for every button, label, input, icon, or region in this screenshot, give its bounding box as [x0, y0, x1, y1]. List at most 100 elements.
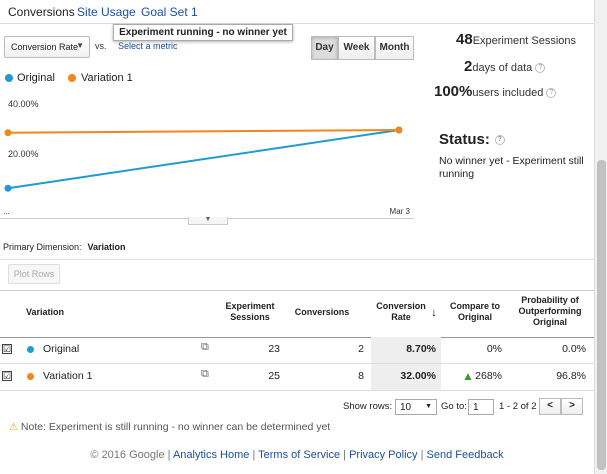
x-tick-label: ...	[3, 207, 10, 216]
metric-select-value: Conversion Rate	[11, 42, 79, 52]
legend-variation-marker	[68, 74, 76, 82]
sessions-value: 48	[456, 31, 473, 48]
sort-desc-icon: ↓	[431, 305, 437, 319]
y-tick-label: 20.00%	[8, 149, 39, 159]
copy-icon[interactable]: ⧉	[201, 341, 209, 354]
series-line-original	[7, 129, 400, 190]
data-point-original[interactable]	[4, 184, 12, 192]
select-metric-link[interactable]: Select a metric	[118, 41, 178, 51]
footer-link-send-feedback[interactable]: Send Feedback	[427, 449, 504, 461]
footer-separator: |	[167, 449, 171, 461]
footer-copyright: © 2016 Google	[90, 449, 165, 461]
collapse-chart-toggle[interactable]: ▼	[188, 216, 228, 225]
tab-conversions[interactable]: Conversions	[8, 5, 75, 19]
page-scrollbar[interactable]	[594, 0, 607, 474]
col-header-conversion-rate[interactable]: Conversion Rate	[372, 301, 430, 323]
footer-link-privacy[interactable]: Privacy Policy	[349, 449, 417, 461]
divider	[0, 259, 594, 260]
legend-variation-1: Variation 1	[81, 72, 133, 84]
chevron-down-icon: ▼	[425, 403, 432, 410]
status-text: No winner yet - Experiment still running	[439, 155, 584, 180]
primary-dimension-label: Primary Dimension:	[3, 242, 82, 252]
week-button[interactable]: Week	[338, 36, 375, 60]
scrollbar-thumb[interactable]	[597, 160, 606, 470]
report-tabs: Conversions Site Usage Goal Set 1	[0, 0, 594, 24]
days-label: days of data	[472, 62, 533, 74]
metric-select[interactable]: Conversion Rate ▼	[4, 36, 90, 58]
legend-original: Original	[17, 72, 55, 84]
goto-input[interactable]: 1	[468, 399, 494, 415]
tab-site-usage[interactable]: Site Usage	[77, 5, 136, 19]
experiment-note: ⚠ Note: Experiment is still running - no…	[9, 421, 330, 433]
experiment-note-text: Note: Experiment is still running - no w…	[20, 421, 331, 433]
table-header-border	[0, 337, 594, 338]
help-icon[interactable]: ?	[546, 88, 557, 99]
tab-goal-set-1[interactable]: Goal Set 1	[141, 5, 198, 19]
show-rows-select[interactable]: 10 ▼	[395, 399, 437, 415]
footer-link-terms[interactable]: Terms of Service	[258, 449, 340, 461]
month-button[interactable]: Month	[375, 36, 414, 60]
footer-link-analytics-home[interactable]: Analytics Home	[173, 449, 249, 461]
footer-separator: |	[343, 449, 346, 461]
row-original-probability: 0.0%	[562, 343, 586, 355]
primary-dimension: Primary Dimension: Variation	[3, 242, 126, 252]
show-rows-value: 10	[400, 402, 412, 413]
day-button[interactable]: Day	[311, 36, 338, 60]
days-stat: 2days of data?	[464, 58, 546, 75]
row-variation-1-name: Variation 1	[43, 370, 93, 382]
experiment-status-tooltip: Experiment running - no winner yet	[113, 24, 293, 41]
row-variation-1-probability: 96.8%	[556, 370, 586, 382]
row-original-conversions: 2	[358, 343, 364, 355]
copy-icon[interactable]: ⧉	[201, 368, 209, 381]
chevron-down-icon: ▼	[76, 41, 84, 50]
row-checkbox-variation-1[interactable]: ☑	[2, 371, 12, 381]
row-original-conversion-rate: 8.70%	[406, 343, 436, 355]
help-icon[interactable]: ?	[535, 63, 546, 74]
users-value: 100%	[434, 83, 473, 100]
data-point-variation-1[interactable]	[395, 126, 403, 134]
row-original-name: Original	[43, 343, 80, 355]
plot-rows-button[interactable]: Plot Rows	[8, 264, 60, 284]
col-header-variation[interactable]: Variation	[26, 307, 64, 318]
row-variation-1-compare: 268%	[475, 370, 502, 382]
next-page-button[interactable]: >	[561, 398, 583, 415]
col-header-probability[interactable]: Probability of Outperforming Original	[511, 295, 589, 328]
footer: © 2016 Google | Analytics Home | Terms o…	[0, 449, 594, 461]
status-title: Status:?	[439, 131, 505, 148]
row-variation-1-marker	[27, 373, 34, 380]
row-original-marker	[27, 346, 34, 353]
primary-dimension-variation[interactable]: Variation	[88, 242, 126, 252]
sessions-label: Experiment Sessions	[472, 35, 577, 47]
x-tick-label: Mar 3	[390, 207, 411, 216]
legend-original-marker	[5, 74, 13, 82]
row-variation-1-conversions: 8	[358, 370, 364, 382]
sessions-stat: 48Experiment Sessions	[456, 31, 576, 48]
row-variation-1-sessions: 25	[268, 370, 280, 382]
y-tick-label: 40.00%	[8, 99, 39, 109]
goto-label: Go to:	[441, 401, 467, 412]
footer-separator: |	[420, 449, 424, 461]
users-stat: 100%users included?	[434, 83, 557, 100]
users-label: users included	[472, 87, 544, 99]
row-divider	[0, 390, 594, 391]
col-header-compare[interactable]: Compare to Original	[444, 301, 506, 323]
prev-page-button[interactable]: <	[539, 398, 561, 415]
help-icon[interactable]: ?	[494, 135, 505, 146]
row-divider	[0, 363, 594, 364]
row-variation-1-conversion-rate: 32.00%	[400, 370, 436, 382]
col-header-conversions[interactable]: Conversions	[290, 307, 354, 318]
data-point-variation-1[interactable]	[4, 129, 12, 137]
col-header-sessions[interactable]: Experiment Sessions	[218, 301, 282, 323]
warning-icon: ⚠	[9, 422, 18, 433]
show-rows-label: Show rows:	[343, 401, 393, 412]
row-original-compare: 0%	[486, 343, 502, 355]
series-line-variation-1	[7, 129, 400, 134]
row-original-sessions: 23	[268, 343, 280, 355]
conversion-rate-chart: 40.00% 20.00%... Mar 3	[3, 99, 411, 216]
status-title-text: Status:	[439, 131, 490, 148]
page-range: 1 - 2 of 2	[499, 401, 537, 412]
table-top-border	[0, 290, 594, 291]
row-checkbox-original[interactable]: ☑	[2, 344, 12, 354]
vs-label: vs.	[95, 41, 107, 51]
footer-separator: |	[252, 449, 256, 461]
